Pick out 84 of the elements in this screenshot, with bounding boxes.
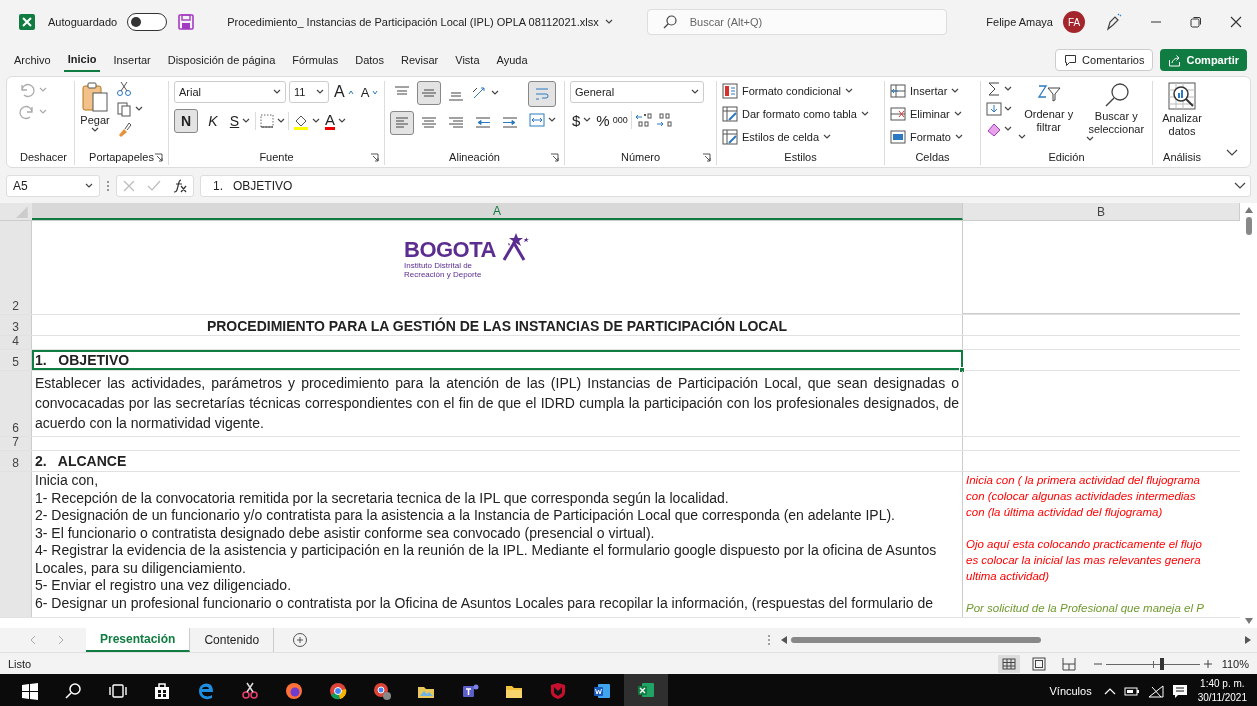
row-header[interactable]: 4	[0, 336, 32, 349]
user-avatar[interactable]: FA	[1063, 11, 1085, 33]
selected-cell[interactable]: 1. OBJETIVO	[32, 350, 963, 370]
ribbon-tab[interactable]: Inicio	[63, 48, 101, 72]
group-label: Deshacer	[19, 151, 68, 163]
share-button[interactable]: Compartir	[1160, 49, 1247, 71]
shrink-font-button[interactable]: A	[358, 81, 381, 103]
group-label: Fuente	[259, 151, 294, 163]
group-label: Portapapeles	[89, 151, 154, 163]
list-text: 2- Designación de un funcionario y/o contratista para la asistencia a la Instancia de Participación Local que corresponda (en adelante IPL).	[34, 507, 896, 525]
column-header[interactable]: A	[32, 203, 963, 220]
clock-time[interactable]: 1:40 p. m.	[1200, 677, 1245, 691]
thousands-button[interactable]: 000	[612, 115, 628, 125]
section-heading: 2. ALCANCE	[34, 453, 127, 469]
section-heading: 1. OBJETIVO	[34, 352, 130, 368]
group-label: Alineación	[449, 151, 500, 163]
font-name-field[interactable]: Arial	[174, 81, 286, 103]
bold-button[interactable]: N	[174, 109, 198, 133]
group-label: Edición	[1048, 151, 1085, 163]
logo-subtitle: Instituto Distrital de Recreación y Deporte	[404, 261, 483, 279]
row-header[interactable]: 7	[0, 437, 32, 450]
ribbon-menu-button[interactable]: Formato	[890, 129, 963, 145]
list-text: 6- Designar un profesional funcionario o contratista por la Oficina de Asuntos Locales para recopilar la información, (respuestas del formulario de	[34, 594, 935, 612]
ribbon-tab[interactable]: Revisar	[396, 48, 443, 72]
ribbon-tab[interactable]: Disposición de página	[163, 48, 280, 72]
row-header[interactable]: 8	[0, 451, 32, 471]
status-text: Listo	[8, 657, 32, 670]
grow-font-button[interactable]: A	[332, 81, 356, 103]
ribbon-tab[interactable]: Archivo	[10, 48, 55, 72]
ribbon-big-button[interactable]: Buscar y seleccionar	[1085, 81, 1147, 142]
italic-button[interactable]: K	[201, 109, 225, 133]
row-header[interactable]: 6	[0, 371, 32, 436]
list-text: Inicia con,	[34, 472, 100, 490]
user-name: Felipe Amaya	[986, 16, 1053, 28]
name-box[interactable]: A5	[6, 175, 100, 197]
row-header[interactable]: 5	[0, 350, 32, 370]
ribbon-big-button[interactable]: Ordenar y filtrar	[1018, 81, 1080, 140]
ribbon-tab[interactable]: Vista	[451, 48, 484, 72]
ribbon-tab[interactable]: Ayuda	[492, 48, 532, 72]
comment-note: Inicia con ( la primera actividad del flujograma	[965, 473, 1201, 488]
paragraph-text: Establecer las actividades, parámetros y procedimiento para la atención de las (IPL) Instancias de Participación Local, que sean designadas o convocacadas por las secretarías técnicas correspondientes con el fin de que el IDRD cumpla la participación con los profesionales designados, de acuerdo con la normatividad vigente.	[34, 374, 960, 433]
list-text: 5- Enviar el registro una vez diligenciado.	[34, 577, 293, 595]
sheet-tab[interactable]: Presentación	[86, 628, 191, 652]
ribbon-tab[interactable]: Insertar	[109, 48, 155, 72]
ribbon-menu-button[interactable]: Insertar	[890, 83, 963, 99]
row-header[interactable]: 2	[0, 221, 32, 314]
ribbon-tab[interactable]: Fórmulas	[288, 48, 343, 72]
section-cell[interactable]: 2. ALCANCE	[32, 451, 963, 471]
ribbon-menu-button[interactable]: Estilos de celda	[722, 129, 869, 145]
sheet-title: PROCEDIMIENTO PARA LA GESTIÓN DE LAS INSTANCIAS DE PARTICIPACIÓN LOCAL	[205, 316, 789, 334]
group-label: Estilos	[784, 151, 817, 163]
comment-note: es colocar la inicial las mas relevantes genera	[965, 553, 1202, 568]
percent-button[interactable]: %	[596, 111, 610, 129]
comment-note: con (la última actividad del flujograma)	[965, 505, 1164, 520]
font-color-button[interactable]: A	[323, 110, 348, 132]
group-label: Celdas	[915, 151, 950, 163]
comment-note: ultima actividad)	[965, 569, 1051, 584]
zoom-level[interactable]: 110%	[1221, 657, 1249, 670]
currency-button[interactable]: $	[570, 109, 594, 131]
row-header[interactable]: 3	[0, 315, 32, 335]
search-field[interactable]: Buscar (Alt+Q)	[646, 9, 947, 35]
ribbon-tab[interactable]: Datos	[351, 48, 388, 72]
ribbon-menu-button[interactable]: Eliminar	[890, 106, 963, 122]
underline-button[interactable]: S	[228, 109, 252, 133]
ribbon-menu-button[interactable]: Formato condicional	[722, 83, 869, 99]
autosave-label: Autoguardado	[48, 16, 118, 28]
list-text: 3- El funcionario o contratista designado debe asistir conforme sea convocado (presencial o virtual).	[34, 524, 656, 542]
paste-button[interactable]: Pegar	[80, 81, 110, 133]
ribbon-menu-button[interactable]: Dar formato como tabla	[722, 106, 869, 122]
group-label: Número	[620, 151, 661, 163]
comments-button[interactable]: Comentarios	[1055, 49, 1154, 71]
number-format-field[interactable]: General	[570, 81, 704, 103]
comment-note: con (colocar algunas actividades intermedias	[965, 489, 1197, 504]
font-size-field[interactable]: 11	[289, 81, 329, 103]
toolbar-label[interactable]: Vínculos	[1049, 685, 1092, 697]
clock-date[interactable]: 30/11/2021	[1197, 691, 1247, 705]
comment-note: Ojo aquí esta colocando practicamente el flujo	[965, 537, 1203, 552]
logo-wordmark: BOGOTA	[404, 239, 496, 261]
list-text: 1- Recepción de la convocatoria remitida por la secretaria tecnica de la IPL que corresponda según la localidad.	[34, 489, 730, 507]
list-text: 4- Registrar la evidencia de la asistencia y participación en la reunión de la IPL. Mediante el formulario google dispuesto por la oficina de Asuntos Locales, para su diligenciamiento.	[34, 542, 938, 577]
group-label: Análisis	[1163, 151, 1201, 163]
analyze-data-button[interactable]: Analizar datos	[1158, 81, 1206, 138]
formula-field[interactable]: 1. OBJETIVO	[200, 175, 1251, 197]
comment-note: Por solicitud de la Profesional que maneja el P	[965, 601, 1205, 616]
